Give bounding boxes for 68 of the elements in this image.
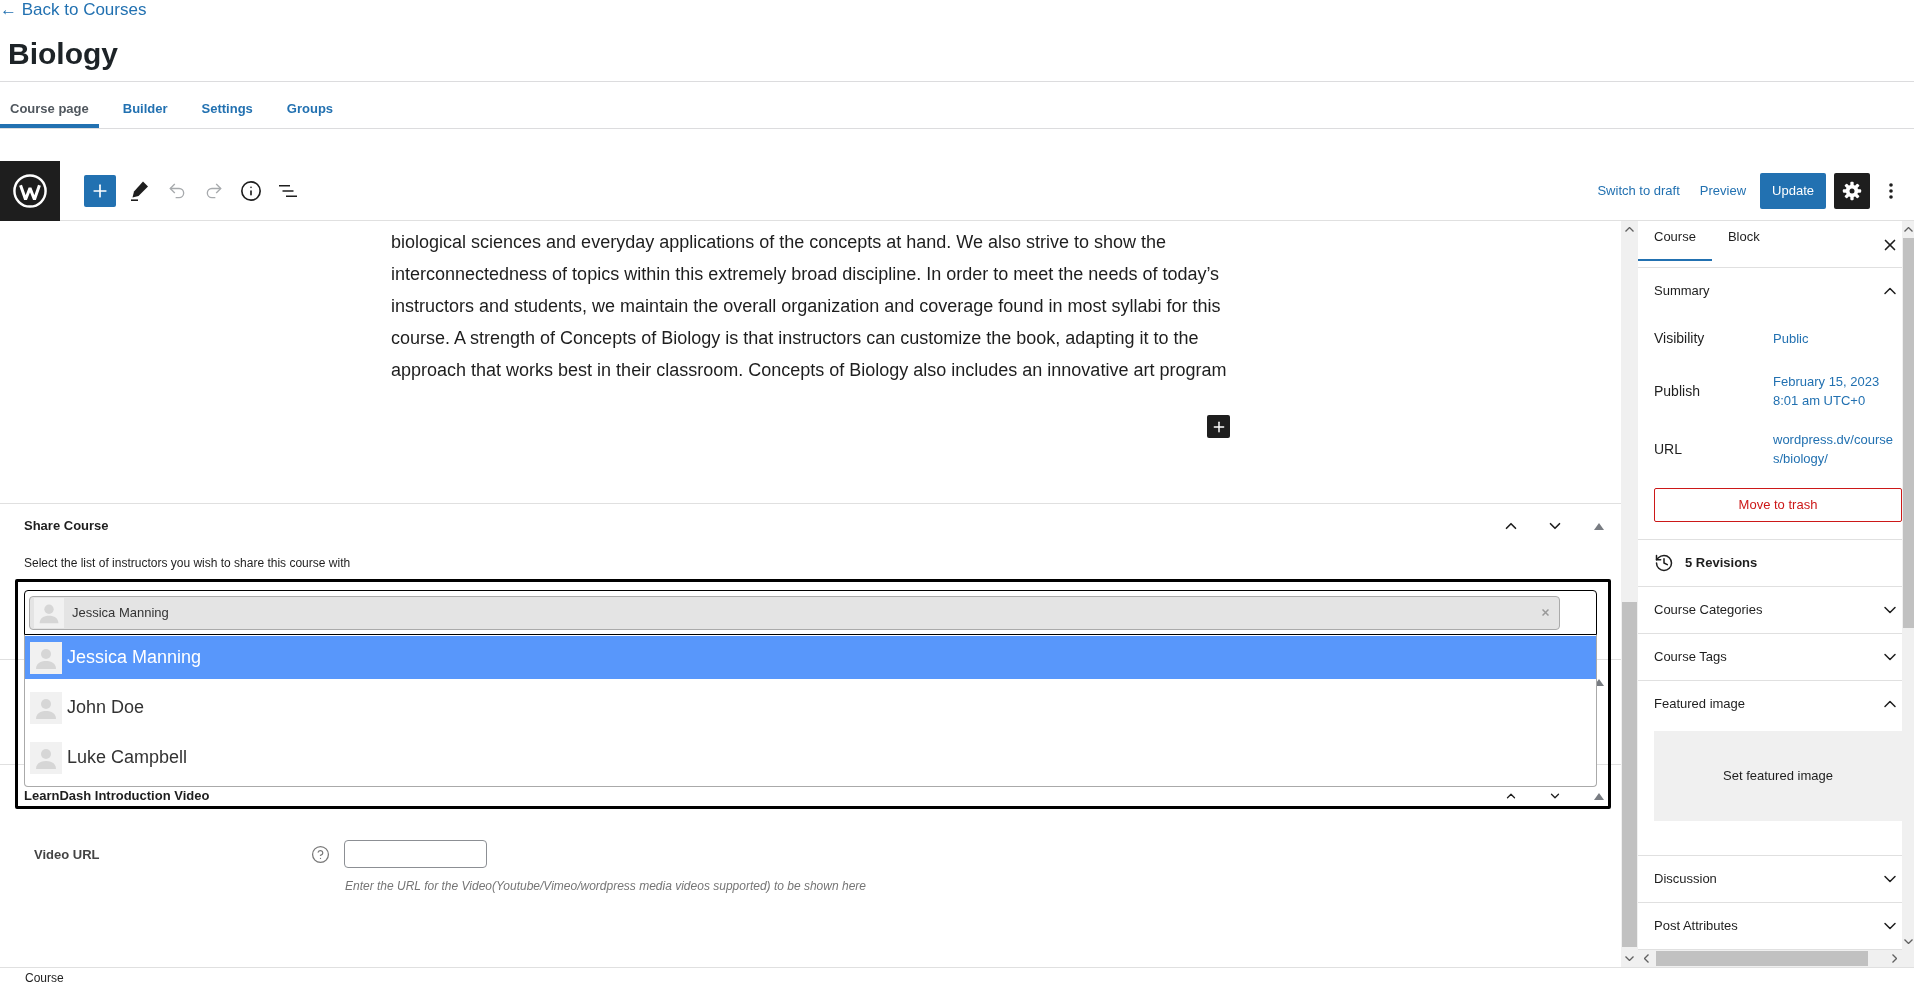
settings-button[interactable]: [1834, 172, 1870, 209]
info-icon: [240, 179, 262, 202]
field-label: URL: [1654, 439, 1683, 459]
field-value-link[interactable]: wordpress.dv/courses/biology/: [1773, 430, 1896, 468]
update-button[interactable]: Update: [1760, 172, 1826, 209]
panel-header[interactable]: Course Categories: [1638, 587, 1902, 633]
logo-button[interactable]: [0, 160, 60, 221]
section-description: Select the list of instructors you wish to share this course with: [24, 556, 351, 570]
field-label: Video URL: [34, 847, 100, 862]
field-hint: Enter the URL for the Video(Youtube/Vimeo/wordpress media videos supported) to be shown here: [345, 879, 866, 893]
tag-label: Jessica Manning: [72, 603, 169, 622]
panel-header[interactable]: Featured image: [1638, 681, 1902, 727]
pencil-icon: [131, 180, 149, 201]
scrollbar-thumb[interactable]: [1902, 238, 1914, 628]
caret-up-icon: [1903, 227, 1913, 232]
paragraph: biological sciences and everyday applications of the concepts at hand. We also strive to show the interconnectedness of topics within this extremely broad discipline. In order to meet the needs of today’s instructors and students, we maintain the overall organization and coverage found in most syllabi for this course. A strength of Concepts of Biology is that instructors can customize the book, adapting it to the approach that works best in their classroom. Concepts of Biology also includes an innovative art program: [391, 231, 1227, 382]
caret-down-icon: [1903, 939, 1913, 944]
list-view-icon: [279, 184, 297, 197]
tab[interactable]: Builder: [112, 82, 178, 128]
toolbar-link-button[interactable]: Switch to draft: [1591, 172, 1686, 209]
caret-left-icon: [1644, 954, 1649, 963]
section-title: LearnDash Introduction Video: [24, 789, 211, 803]
select-field[interactable]: Jessica Manning: [24, 590, 1597, 635]
add-block-button[interactable]: [1207, 415, 1230, 438]
video-url-input[interactable]: [344, 840, 487, 868]
scrollbar-thumb[interactable]: [1656, 951, 1868, 966]
page-title: Biology: [8, 36, 118, 72]
panel-header[interactable]: Summary: [1638, 268, 1902, 314]
triangle-icon: [1594, 522, 1604, 530]
field-label: Visibility: [1654, 328, 1706, 348]
panel-header[interactable]: Course Tags: [1638, 634, 1902, 680]
caret-up-icon: [1625, 227, 1634, 232]
revisions-button[interactable]: 5 Revisions: [1638, 540, 1758, 586]
settings-icon: [1842, 180, 1862, 201]
avatar-icon: [30, 641, 62, 674]
move-to-trash-button[interactable]: Move to trash: [1654, 488, 1902, 522]
field-value-link[interactable]: Public: [1773, 328, 1809, 348]
history-icon: [1654, 553, 1674, 573]
help-icon[interactable]: [311, 844, 330, 864]
scrollbar[interactable]: [1638, 950, 1914, 967]
avatar-icon: [30, 691, 62, 724]
triangle-icon: [1594, 792, 1604, 800]
set-featured-image-button[interactable]: Set featured image: [1654, 731, 1902, 821]
back-link[interactable]: ← Back to Courses: [0, 0, 147, 20]
panel-header[interactable]: Post Attributes: [1638, 903, 1902, 949]
tab[interactable]: Course page: [0, 82, 99, 128]
more-icon: [1889, 182, 1893, 199]
tab[interactable]: Settings: [191, 82, 263, 128]
caret-down-icon: [1625, 956, 1634, 961]
toolbar-link-button[interactable]: Preview: [1693, 172, 1753, 209]
triangle-icon: [1594, 678, 1604, 686]
section-title: Share Course: [24, 517, 110, 536]
caret-right-icon: [1892, 954, 1897, 963]
field-label: Publish: [1654, 381, 1701, 401]
field-value-link[interactable]: February 15, 2023 8:01 am UTC+0: [1773, 372, 1896, 410]
breadcrumb[interactable]: Course: [25, 969, 64, 987]
scrollbar[interactable]: [1902, 221, 1914, 950]
sidebar-tab[interactable]: Block: [1711, 221, 1776, 261]
add-block-button[interactable]: [84, 174, 116, 207]
scrollbar-thumb[interactable]: [1622, 602, 1637, 947]
avatar-icon: [34, 597, 64, 628]
tab[interactable]: Groups: [276, 82, 344, 128]
sidebar-tab[interactable]: Course: [1638, 221, 1712, 261]
logo-icon: [13, 173, 47, 208]
scrollbar[interactable]: [1621, 221, 1638, 967]
avatar-icon: [30, 741, 62, 774]
panel-header[interactable]: Discussion: [1638, 856, 1902, 902]
close-icon: [1541, 609, 1549, 616]
